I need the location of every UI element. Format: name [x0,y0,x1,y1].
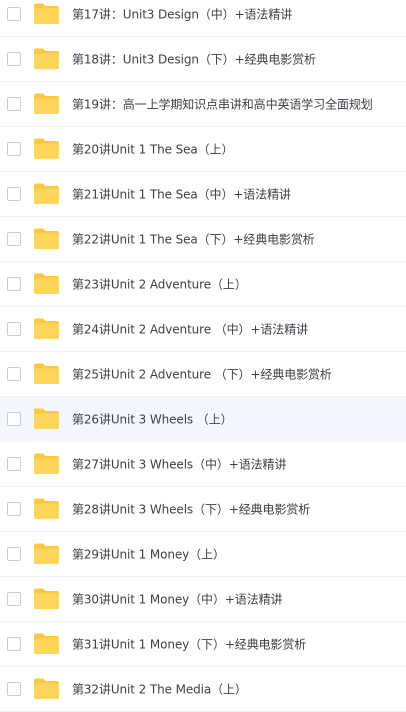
list-item-30[interactable]: 第30讲Unit 1 Money（中）+语法精讲 [0,577,406,622]
row-checkbox[interactable] [7,322,21,336]
row-checkbox[interactable] [7,637,21,651]
list-item-31[interactable]: 第31讲Unit 1 Money（下）+经典电影赏析 [0,622,406,667]
folder-icon [34,48,59,69]
list-item-25[interactable]: 第25讲Unit 2 Adventure （下）+经典电影赏析 [0,352,406,397]
folder-icon [34,363,59,384]
row-checkbox[interactable] [7,412,21,426]
row-checkbox[interactable] [7,502,21,516]
file-name[interactable]: 第18讲：Unit3 Design（下）+经典电影赏析 [72,51,316,68]
file-name[interactable]: 第31讲Unit 1 Money（下）+经典电影赏析 [72,636,306,653]
file-name[interactable]: 第30讲Unit 1 Money（中）+语法精讲 [72,591,283,608]
file-name[interactable]: 第26讲Unit 3 Wheels （上） [72,411,233,428]
list-item-20[interactable]: 第20讲Unit 1 The Sea（上） [0,127,406,172]
row-checkbox[interactable] [7,142,21,156]
row-checkbox[interactable] [7,592,21,606]
list-item-24[interactable]: 第24讲Unit 2 Adventure （中）+语法精讲 [0,307,406,352]
file-name[interactable]: 第19讲：高一上学期知识点串讲和高中英语学习全面规划 [72,96,373,113]
row-checkbox[interactable] [7,457,21,471]
file-name[interactable]: 第22讲Unit 1 The Sea（下）+经典电影赏析 [72,231,315,248]
folder-icon [34,453,59,474]
row-checkbox[interactable] [7,682,21,696]
list-item-32[interactable]: 第32讲Unit 2 The Media（上） [0,667,406,712]
file-name[interactable]: 第27讲Unit 3 Wheels（中）+语法精讲 [72,456,286,473]
row-checkbox[interactable] [7,52,21,66]
file-name[interactable]: 第32讲Unit 2 The Media（上） [72,681,247,698]
folder-icon [34,633,59,654]
file-name[interactable]: 第17讲：Unit3 Design（中）+语法精讲 [72,6,292,23]
row-checkbox[interactable] [7,367,21,381]
file-name[interactable]: 第24讲Unit 2 Adventure （中）+语法精讲 [72,321,308,338]
list-item-17[interactable]: 第17讲：Unit3 Design（中）+语法精讲 [0,0,406,37]
file-name[interactable]: 第23讲Unit 2 Adventure（上） [72,276,247,293]
list-item-22[interactable]: 第22讲Unit 1 The Sea（下）+经典电影赏析 [0,217,406,262]
row-checkbox[interactable] [7,187,21,201]
list-item-18[interactable]: 第18讲：Unit3 Design（下）+经典电影赏析 [0,37,406,82]
file-name[interactable]: 第21讲Unit 1 The Sea（中）+语法精讲 [72,186,291,203]
list-item-26[interactable]: 第26讲Unit 3 Wheels （上） [0,397,406,442]
row-checkbox[interactable] [7,7,21,21]
file-name[interactable]: 第25讲Unit 2 Adventure （下）+经典电影赏析 [72,366,332,383]
row-checkbox[interactable] [7,232,21,246]
folder-icon [34,273,59,294]
list-item-27[interactable]: 第27讲Unit 3 Wheels（中）+语法精讲 [0,442,406,487]
list-item-28[interactable]: 第28讲Unit 3 Wheels（下）+经典电影赏析 [0,487,406,532]
list-item-29[interactable]: 第29讲Unit 1 Money（上） [0,532,406,577]
list-item-19[interactable]: 第19讲：高一上学期知识点串讲和高中英语学习全面规划 [0,82,406,127]
folder-icon [34,93,59,114]
folder-icon [34,543,59,564]
folder-icon [34,678,59,699]
list-item-23[interactable]: 第23讲Unit 2 Adventure（上） [0,262,406,307]
folder-icon [34,228,59,249]
file-name[interactable]: 第29讲Unit 1 Money（上） [72,546,225,563]
row-checkbox[interactable] [7,547,21,561]
folder-icon [34,408,59,429]
folder-icon [34,318,59,339]
folder-icon [34,498,59,519]
folder-icon [34,183,59,204]
list-item-21[interactable]: 第21讲Unit 1 The Sea（中）+语法精讲 [0,172,406,217]
file-name[interactable]: 第20讲Unit 1 The Sea（上） [72,141,233,158]
folder-icon [34,3,59,24]
row-checkbox[interactable] [7,277,21,291]
folder-icon [34,138,59,159]
file-name[interactable]: 第28讲Unit 3 Wheels（下）+经典电影赏析 [72,501,310,518]
folder-icon [34,588,59,609]
file-list: 第17讲：Unit3 Design（中）+语法精讲 第18讲：Unit3 Des… [0,0,406,712]
row-checkbox[interactable] [7,97,21,111]
